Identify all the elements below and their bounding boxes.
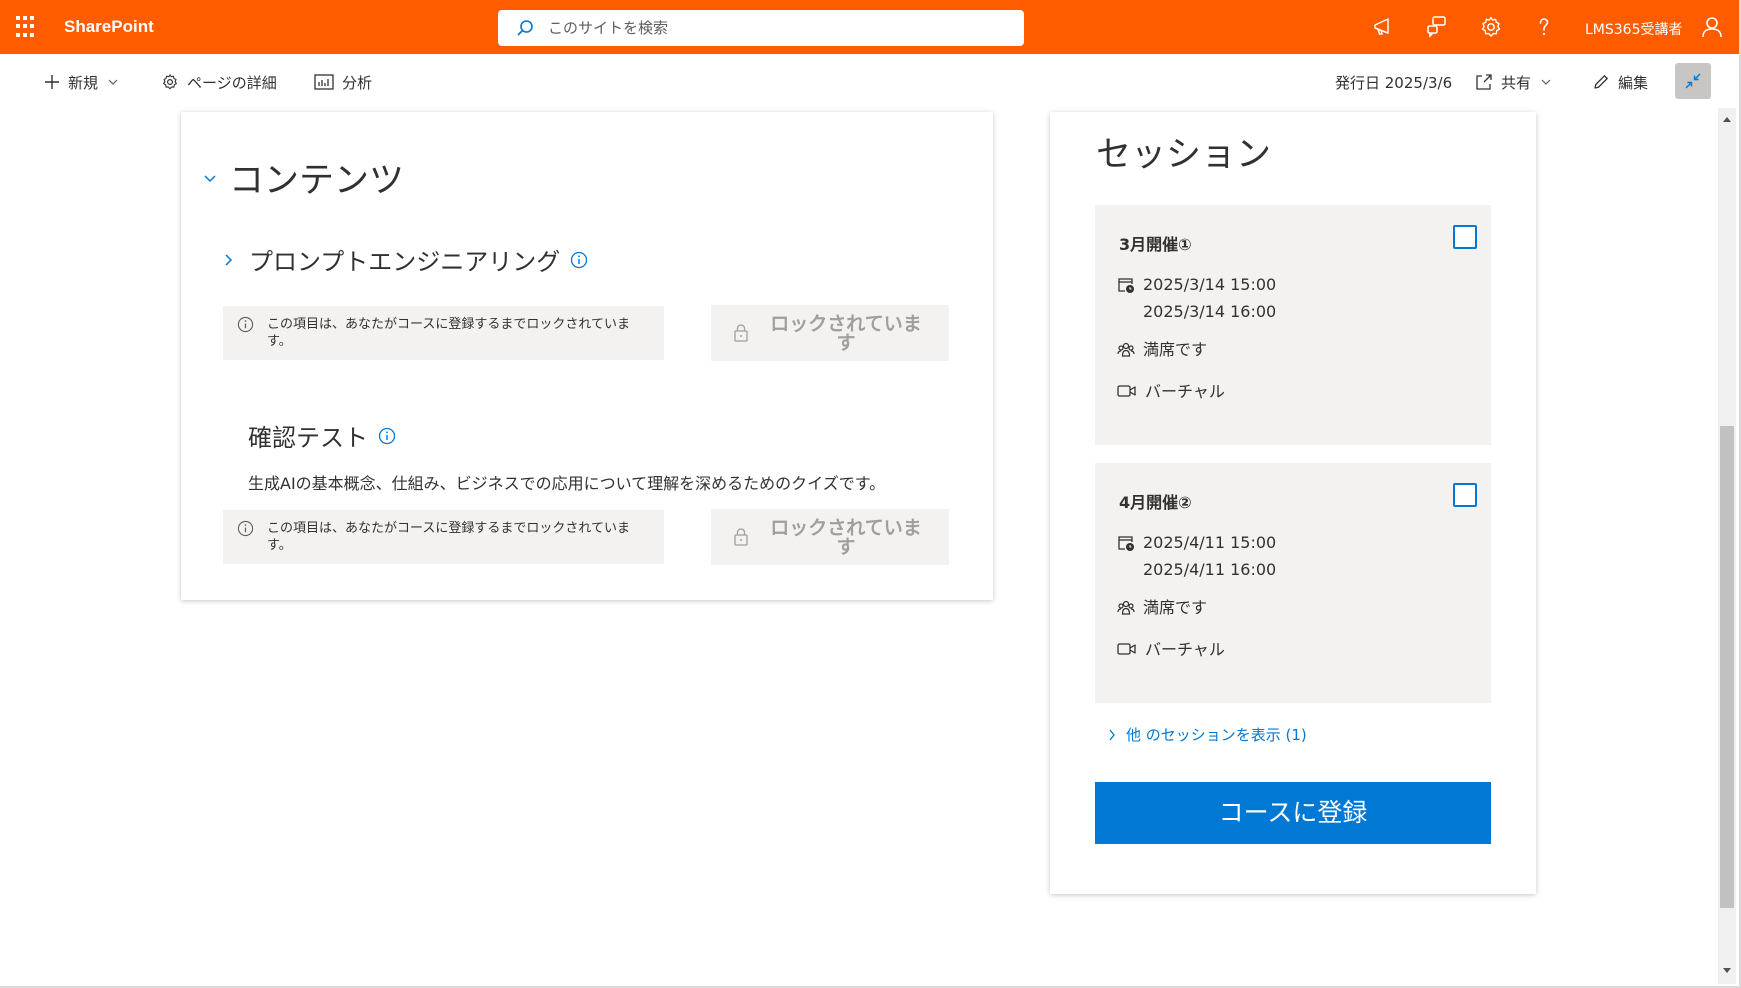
session-location: バーチャル [1117,378,1225,405]
session-location: バーチャル [1117,636,1225,663]
test-locked-label: ロックされています [770,517,922,558]
search-icon [517,20,533,36]
brand-name[interactable]: SharePoint [64,17,154,37]
session-start: 2025/4/11 15:00 [1143,533,1277,552]
people-icon [1117,342,1135,357]
module-locked-label: ロックされています [770,313,922,354]
share-button[interactable]: 共有 [1475,70,1551,94]
edit-label: 編集 [1618,73,1649,92]
scrollbar-thumb[interactable] [1720,426,1734,908]
gear-icon [163,74,177,90]
share-label: 共有 [1501,73,1532,92]
session-start: 2025/3/14 15:00 [1143,275,1277,294]
scroll-down-arrow-icon[interactable] [1722,966,1732,976]
session-end: 2025/3/14 16:00 [1143,302,1277,321]
published-date: 発行日 2025/3/6 [1335,70,1452,94]
session-name: 3月開催① [1119,235,1192,254]
analytics-button[interactable]: 分析 [314,70,372,94]
session-item: 3月開催① 2025/3/14 15:00 2025/3/14 16:00 満席… [1095,205,1491,445]
info-icon[interactable] [570,251,588,269]
session-name: 4月開催② [1119,493,1192,512]
module-lock-text: この項目は、あなたがコースに登録するまでロックされています。 [267,317,630,349]
contents-header[interactable]: コンテンツ [203,152,404,203]
new-button[interactable]: 新規 [44,70,118,94]
page-details-label: ページの詳細 [187,73,277,92]
show-more-label: 他 のセッションを表示 (1) [1126,726,1307,744]
session-item: 4月開催② 2025/4/11 15:00 2025/4/11 16:00 満席… [1095,463,1491,703]
module-lock-message: この項目は、あなたがコースに登録するまでロックされています。 [223,306,664,360]
session-datetime: 2025/4/11 15:00 2025/4/11 16:00 [1117,529,1276,583]
sessions-title: セッション [1096,135,1272,175]
session-seats: 満席です [1117,336,1207,363]
test-lock-text: この項目は、あなたがコースに登録するまでロックされています。 [267,521,630,553]
plus-icon [45,75,59,89]
app-launcher-icon[interactable] [16,16,38,38]
people-icon [1117,600,1135,615]
session-location-text: バーチャル [1145,640,1225,659]
chevron-down-icon [1541,79,1551,85]
scroll-up-arrow-icon[interactable] [1722,114,1732,124]
lock-icon [734,528,748,546]
video-icon [1117,385,1136,397]
edit-button[interactable]: 編集 [1592,70,1648,94]
info-icon [237,316,254,333]
search-input[interactable] [548,16,1008,40]
contents-card: コンテンツ プロンプトエンジニアリング この項目は、あなたがコースに登録するまで… [181,112,993,600]
collapse-button[interactable] [1675,63,1711,99]
chevron-right-icon [225,253,233,266]
megaphone-icon[interactable] [1371,15,1395,39]
info-icon [237,520,254,537]
test-title: 確認テスト [248,424,368,452]
session-end: 2025/4/11 16:00 [1143,560,1277,579]
show-more-sessions-link[interactable]: 他 のセッションを表示 (1) [1108,724,1307,745]
chevron-down-icon [204,174,216,182]
page-details-button[interactable]: ページの詳細 [161,70,277,94]
session-location-text: バーチャル [1145,382,1225,401]
user-name[interactable]: LMS365受講者 [1585,19,1683,39]
session-checkbox[interactable] [1453,483,1477,507]
video-icon [1117,643,1136,655]
collapse-icon [1685,73,1701,89]
chevron-right-icon [1109,729,1115,740]
settings-icon[interactable] [1479,15,1503,39]
test-lock-message: この項目は、あなたがコースに登録するまでロックされています。 [223,510,664,564]
analytics-icon [314,74,334,90]
test-locked-button: ロックされています [711,509,949,565]
session-seats-text: 満席です [1143,340,1208,359]
register-course-button[interactable]: コースに登録 [1095,782,1491,844]
search-box[interactable] [498,10,1024,46]
feedback-icon[interactable] [1425,15,1449,39]
chevron-down-icon [108,79,118,85]
help-icon[interactable] [1532,15,1556,39]
module-locked-button: ロックされています [711,305,949,361]
info-icon[interactable] [378,427,396,445]
command-bar: 新規 ページの詳細 分析 発行日 2025/3/6 共有 編集 [0,54,1741,108]
module-header[interactable]: プロンプトエンジニアリング [223,242,588,277]
suite-bar: SharePoint LMS365受講者 [0,0,1741,54]
share-icon [1476,74,1492,90]
sessions-card: セッション 3月開催① 2025/3/14 15:00 2025/3/14 16… [1050,112,1536,894]
calendar-clock-icon [1118,278,1134,293]
new-label: 新規 [68,73,99,92]
session-datetime: 2025/3/14 15:00 2025/3/14 16:00 [1117,271,1276,325]
test-header: 確認テスト [248,418,396,453]
test-description: 生成AIの基本概念、仕組み、ビジネスでの応用について理解を深めるためのクイズです… [248,474,886,493]
pencil-icon [1594,75,1608,89]
calendar-clock-icon [1118,536,1134,551]
session-checkbox[interactable] [1453,225,1477,249]
user-avatar-icon[interactable] [1700,15,1724,39]
session-seats: 満席です [1117,594,1207,621]
session-seats-text: 満席です [1143,598,1208,617]
published-label: 発行日 2025/3/6 [1335,73,1453,92]
analytics-label: 分析 [342,73,373,92]
module-title: プロンプトエンジニアリング [249,248,561,276]
contents-title: コンテンツ [229,161,405,201]
lock-icon [734,324,748,342]
